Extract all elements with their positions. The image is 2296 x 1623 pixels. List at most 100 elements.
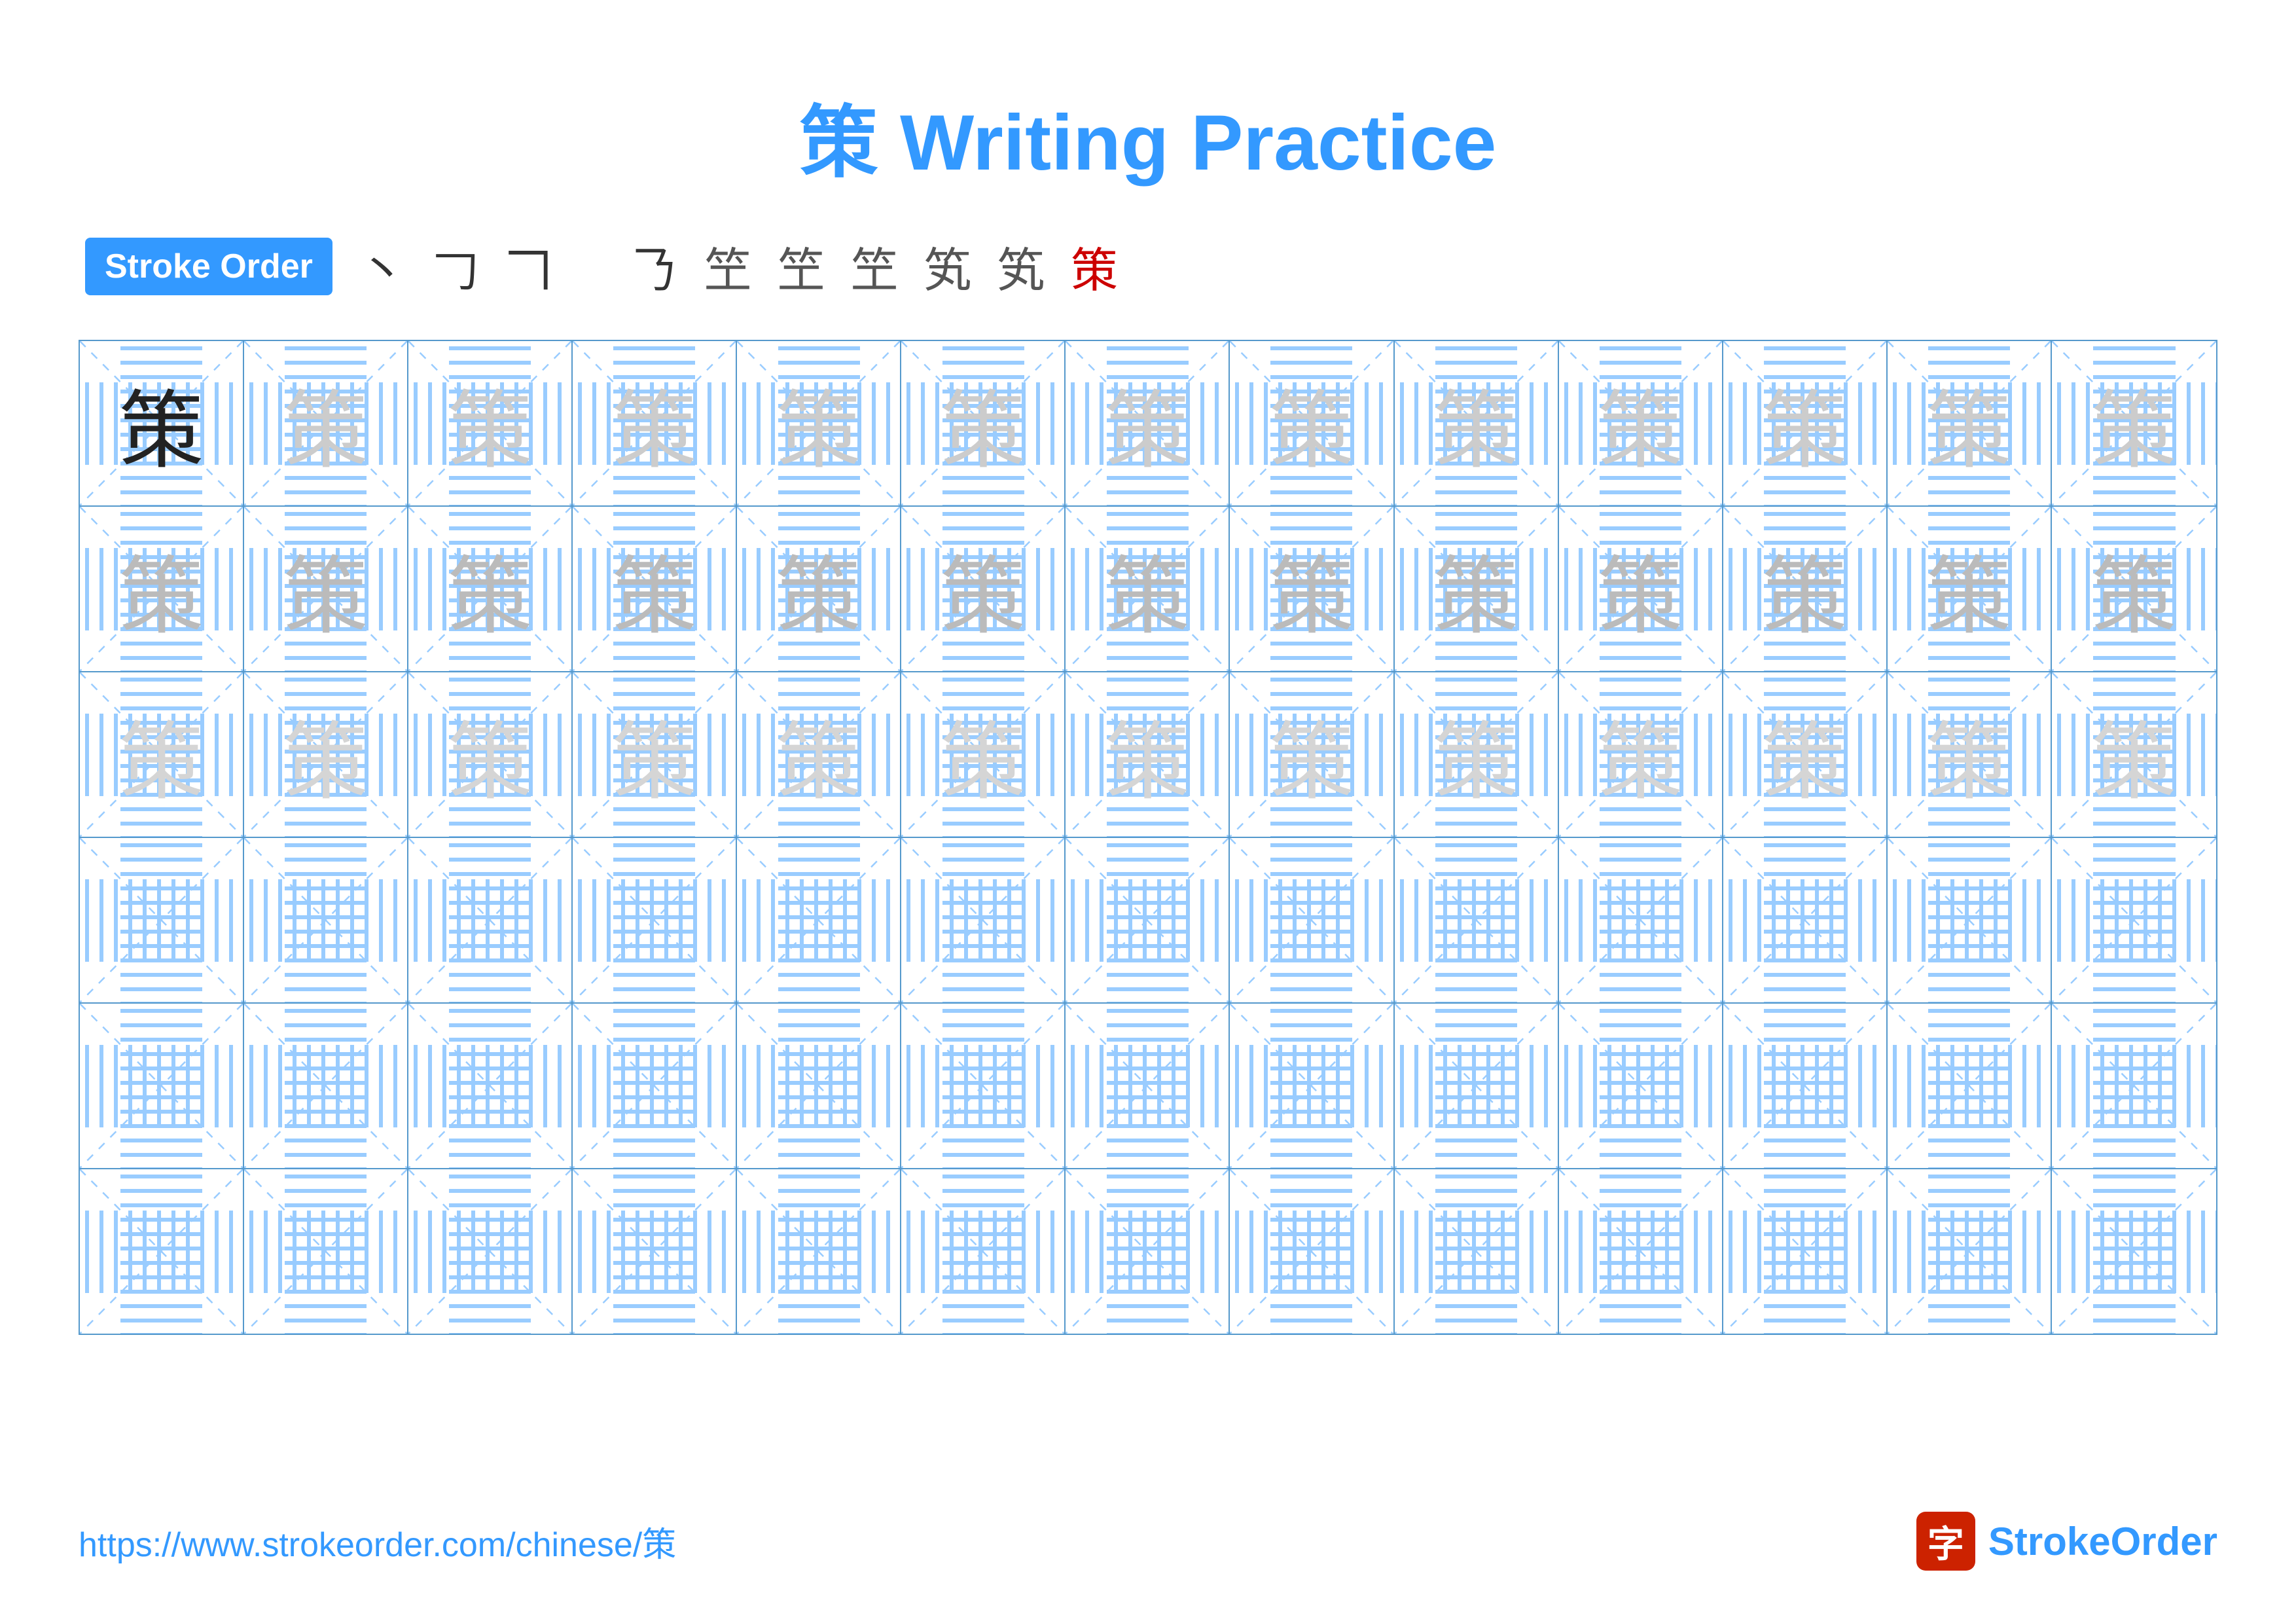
char-cell: 策 [1433,693,1518,816]
stroke-10: 笂 [924,232,971,301]
stroke-11: 笂 [997,232,1045,301]
grid-cell-4-13 [2052,838,2216,1002]
grid-cell-2-11: 策 [1723,507,1888,671]
grid-cell-3-6: 策 [901,672,1066,837]
grid-cell-3-13: 策 [2052,672,2216,837]
grid-cell-1-1: 策 [80,341,244,505]
grid-cell-2-6: 策 [901,507,1066,671]
grid-cell-4-4 [573,838,737,1002]
page-title: 策 Writing Practice [79,79,2217,192]
char-cell: 策 [941,693,1026,816]
char-cell: 策 [448,528,533,651]
stroke-8: 笁 [778,232,825,301]
grid-cell-2-7: 策 [1066,507,1230,671]
grid-cell-1-7: 策 [1066,341,1230,505]
grid-row-2: 策 策 策 策 策 策 策 [80,507,2216,672]
char-cell: 策 [119,528,204,651]
grid-cell-4-6 [901,838,1066,1002]
grid-cell-5-6 [901,1004,1066,1168]
char-cell: 策 [2091,693,2176,816]
grid-cell-5-5 [737,1004,901,1168]
char-cell: 策 [2091,528,2176,651]
page: 策 Writing Practice Stroke Order 丶 𠃌 𠃍 𠃎 … [0,0,2296,1623]
grid-cell-5-8 [1230,1004,1394,1168]
stroke-order-badge: Stroke Order [85,238,332,295]
grid-cell-5-3 [408,1004,573,1168]
grid-cell-3-7: 策 [1066,672,1230,837]
stroke-3: 𠃍 [505,232,552,301]
grid-cell-5-10 [1559,1004,1723,1168]
grid-cell-3-11: 策 [1723,672,1888,837]
grid-cell-2-4: 策 [573,507,737,671]
char-cell: 策 [941,528,1026,651]
char-cell: 策 [1598,693,1683,816]
char-cell: 策 [1105,693,1190,816]
char-cell: 策 [1598,362,1683,485]
grid-cell-2-9: 策 [1395,507,1559,671]
grid-cell-6-12 [1888,1169,2052,1334]
grid-cell-5-9 [1395,1004,1559,1168]
grid-cell-6-8 [1230,1169,1394,1334]
grid-cell-2-2: 策 [244,507,408,671]
logo-name-rest: Order [2111,1520,2217,1563]
grid-cell-6-2 [244,1169,408,1334]
grid-cell-4-3 [408,838,573,1002]
char-cell: 策 [612,528,697,651]
char-cell: 策 [776,693,861,816]
logo-char: 字 [1928,1515,1964,1568]
grid-cell-3-1: 策 [80,672,244,837]
grid-row-5 [80,1004,2216,1169]
grid-cell-4-8 [1230,838,1394,1002]
website-url[interactable]: https://www.strokeorder.com/chinese/策 [79,1517,676,1566]
char-cell: 策 [119,693,204,816]
stroke-9: 笁 [851,232,898,301]
char-cell: 策 [1926,528,2011,651]
logo-icon: 字 [1916,1512,1975,1571]
char-cell: 策 [119,362,204,485]
grid-cell-4-10 [1559,838,1723,1002]
grid-cell-6-13 [2052,1169,2216,1334]
grid-cell-1-2: 策 [244,341,408,505]
char-cell: 策 [1762,528,1847,651]
char-cell: 策 [1926,693,2011,816]
grid-cell-6-9 [1395,1169,1559,1334]
char-cell: 策 [1926,362,2011,485]
grid-cell-3-12: 策 [1888,672,2052,837]
grid-cell-2-3: 策 [408,507,573,671]
grid-cell-5-7 [1066,1004,1230,1168]
stroke-12: 策 [1071,232,1118,301]
grid-cell-3-3: 策 [408,672,573,837]
grid-cell-1-12: 策 [1888,341,2052,505]
grid-cell-6-5 [737,1169,901,1334]
grid-cell-6-1 [80,1169,244,1334]
stroke-6: 𠄎 [631,232,678,301]
grid-cell-2-8: 策 [1230,507,1394,671]
grid-cell-4-5 [737,838,901,1002]
grid-cell-3-5: 策 [737,672,901,837]
char-cell: 策 [776,362,861,485]
grid-cell-4-2 [244,838,408,1002]
char-cell: 策 [1433,362,1518,485]
grid-cell-4-1 [80,838,244,1002]
char-cell: 策 [283,362,368,485]
char-cell: 策 [1598,528,1683,651]
char-cell: 策 [283,693,368,816]
grid-cell-6-6 [901,1169,1066,1334]
grid-cell-1-4: 策 [573,341,737,505]
grid-cell-5-1 [80,1004,244,1168]
grid-cell-1-9: 策 [1395,341,1559,505]
grid-row-1: 策 策 策 策 策 策 策 [80,341,2216,507]
grid-cell-3-9: 策 [1395,672,1559,837]
grid-cell-4-9 [1395,838,1559,1002]
grid-cell-5-12 [1888,1004,2052,1168]
stroke-1: 丶 [359,232,406,301]
practice-grid: 策 策 策 策 策 策 策 [79,340,2217,1335]
char-cell: 策 [283,528,368,651]
char-cell: 策 [2091,362,2176,485]
char-cell: 策 [448,362,533,485]
logo-area: 字 StrokeOrder [1916,1512,2217,1571]
logo-text: StrokeOrder [1988,1519,2217,1564]
char-cell: 策 [612,693,697,816]
grid-cell-2-12: 策 [1888,507,2052,671]
grid-cell-5-4 [573,1004,737,1168]
